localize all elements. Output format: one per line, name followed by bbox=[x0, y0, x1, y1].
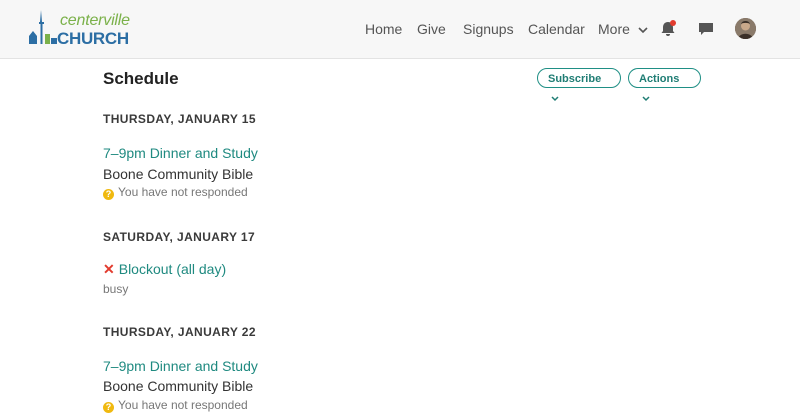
top-navigation-bar: centerville CHURCH Home Give Signups Cal… bbox=[0, 0, 800, 59]
schedule-page: Schedule Subscribe Actions THURSDAY, JAN… bbox=[0, 59, 800, 419]
nav-more-dropdown[interactable]: More bbox=[598, 20, 648, 38]
subscribe-button[interactable]: Subscribe bbox=[537, 68, 621, 102]
chevron-down-icon bbox=[638, 27, 648, 34]
question-circle-icon: ? bbox=[103, 402, 114, 413]
user-avatar[interactable] bbox=[735, 18, 756, 39]
chat-icon bbox=[699, 23, 713, 35]
church-logo[interactable]: centerville CHURCH bbox=[27, 8, 130, 48]
event-title-link[interactable]: 7–9pm Dinner and Study bbox=[103, 145, 258, 161]
actions-label: Actions bbox=[639, 73, 680, 85]
status-text: You have not responded bbox=[118, 398, 248, 412]
event-location: Boone Community Bible bbox=[103, 166, 254, 182]
chevron-down-icon bbox=[642, 96, 650, 102]
event-status: ? You have not responded bbox=[103, 185, 248, 200]
actions-button[interactable]: Actions bbox=[628, 68, 701, 102]
blockout-status: busy bbox=[103, 282, 129, 296]
logo-text-top: centerville bbox=[60, 12, 130, 29]
subscribe-label: Subscribe bbox=[548, 73, 602, 85]
messages-button[interactable] bbox=[697, 20, 715, 38]
notifications-button[interactable] bbox=[659, 20, 677, 38]
nav-more-label: More bbox=[598, 21, 630, 37]
date-heading: THURSDAY, JANUARY 15 bbox=[103, 112, 256, 126]
date-heading: SATURDAY, JANUARY 17 bbox=[103, 230, 256, 244]
date-heading: THURSDAY, JANUARY 22 bbox=[103, 325, 256, 339]
notification-dot bbox=[670, 20, 676, 26]
page-title: Schedule bbox=[103, 69, 179, 88]
x-icon: ✕ bbox=[103, 261, 115, 277]
user-photo-icon bbox=[735, 18, 756, 39]
nav-calendar[interactable]: Calendar bbox=[528, 20, 585, 38]
skyline-logo-icon bbox=[29, 10, 57, 44]
event-status: ? You have not responded bbox=[103, 398, 248, 413]
status-text: You have not responded bbox=[118, 185, 248, 199]
logo-text-bottom: CHURCH bbox=[57, 29, 129, 48]
chevron-down-icon bbox=[551, 96, 559, 102]
nav-signups[interactable]: Signups bbox=[463, 20, 514, 38]
question-circle-icon: ? bbox=[103, 189, 114, 200]
nav-give[interactable]: Give bbox=[417, 20, 446, 38]
event-title-link[interactable]: 7–9pm Dinner and Study bbox=[103, 358, 258, 374]
blockout-item[interactable]: ✕ Blockout (all day) bbox=[103, 261, 226, 278]
nav-home[interactable]: Home bbox=[365, 20, 402, 38]
event-location: Boone Community Bible bbox=[103, 378, 254, 394]
event-title-link[interactable]: Blockout (all day) bbox=[119, 261, 226, 277]
